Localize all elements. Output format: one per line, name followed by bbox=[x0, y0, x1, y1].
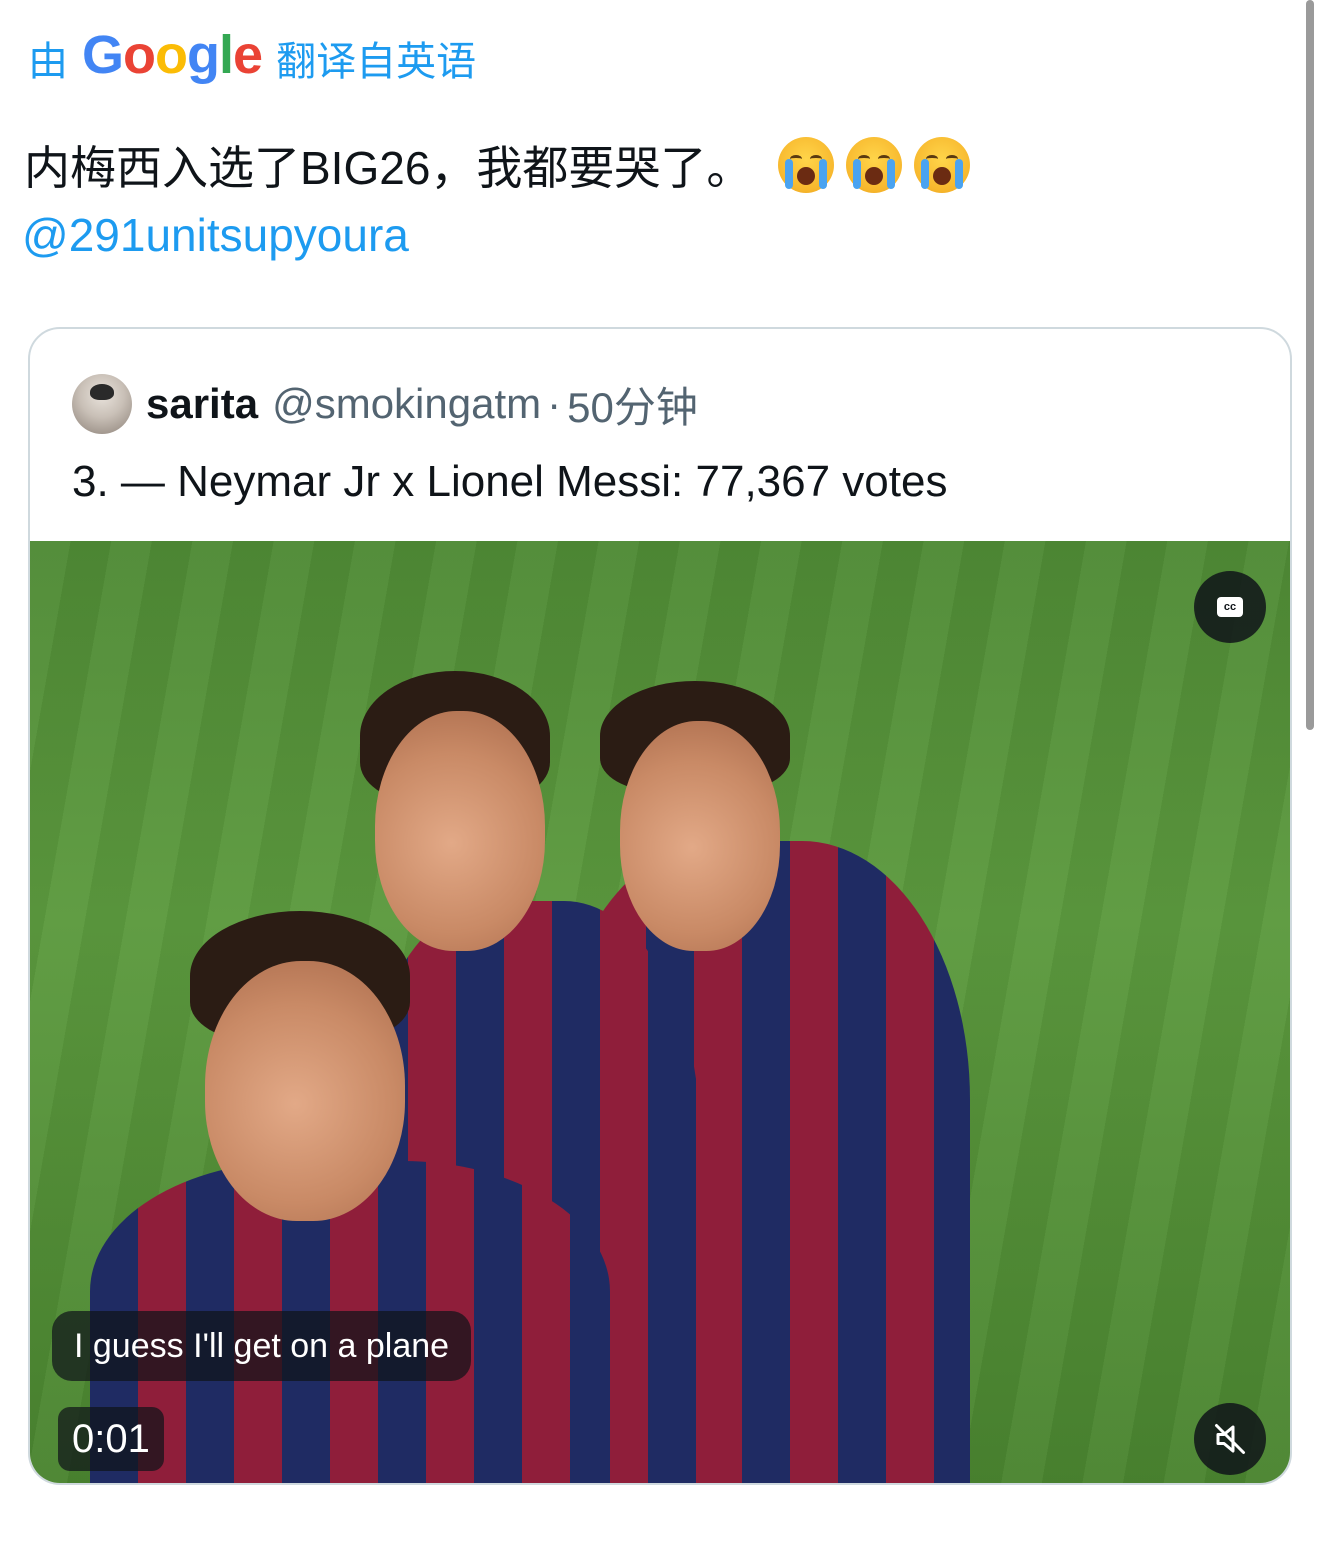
google-logo: Google bbox=[82, 25, 263, 85]
mention-link[interactable]: @291unitsupyoura bbox=[22, 208, 409, 262]
loudly-crying-face-icon bbox=[778, 137, 835, 193]
quote-timestamp[interactable]: 50分钟 bbox=[567, 374, 698, 435]
mute-toggle-button[interactable] bbox=[1194, 1403, 1266, 1475]
separator-dot: · bbox=[547, 380, 562, 427]
quote-author-handle[interactable]: @smokingatm bbox=[272, 380, 541, 428]
closed-captions-button[interactable]: cc bbox=[1194, 571, 1266, 643]
translation-prefix: 由 bbox=[28, 40, 68, 84]
tweet-text: 内梅西入选了BIG26，我都要哭了。 bbox=[24, 132, 971, 198]
video-player[interactable]: cc I guess I'll get on a plane 0:01 bbox=[30, 541, 1290, 1483]
tweet-page: 由 Google 翻译自英语 内梅西入选了BIG26，我都要哭了。 @291un… bbox=[0, 0, 1320, 1541]
video-timestamp: 0:01 bbox=[58, 1407, 164, 1471]
quote-text: 3. — Neymar Jr x Lionel Messi: 77,367 vo… bbox=[72, 457, 948, 506]
avatar[interactable] bbox=[72, 374, 132, 434]
quote-header: sarita @smokingatm · 50分钟 bbox=[72, 373, 698, 435]
quoted-tweet-card[interactable]: sarita @smokingatm · 50分钟 3. — Neymar Jr… bbox=[28, 327, 1292, 1485]
closed-captions-icon: cc bbox=[1217, 597, 1243, 617]
scrollbar[interactable] bbox=[1306, 0, 1314, 730]
muted-speaker-icon bbox=[1215, 1424, 1245, 1454]
video-caption: I guess I'll get on a plane bbox=[52, 1311, 472, 1381]
tweet-body: 内梅西入选了BIG26，我都要哭了。 bbox=[24, 142, 753, 194]
translation-attribution[interactable]: 由 Google 翻译自英语 bbox=[28, 25, 477, 88]
quote-author-name[interactable]: sarita bbox=[146, 380, 258, 428]
loudly-crying-face-icon bbox=[846, 137, 903, 193]
loudly-crying-face-icon bbox=[914, 137, 971, 193]
translation-suffix: 翻译自英语 bbox=[276, 40, 477, 84]
